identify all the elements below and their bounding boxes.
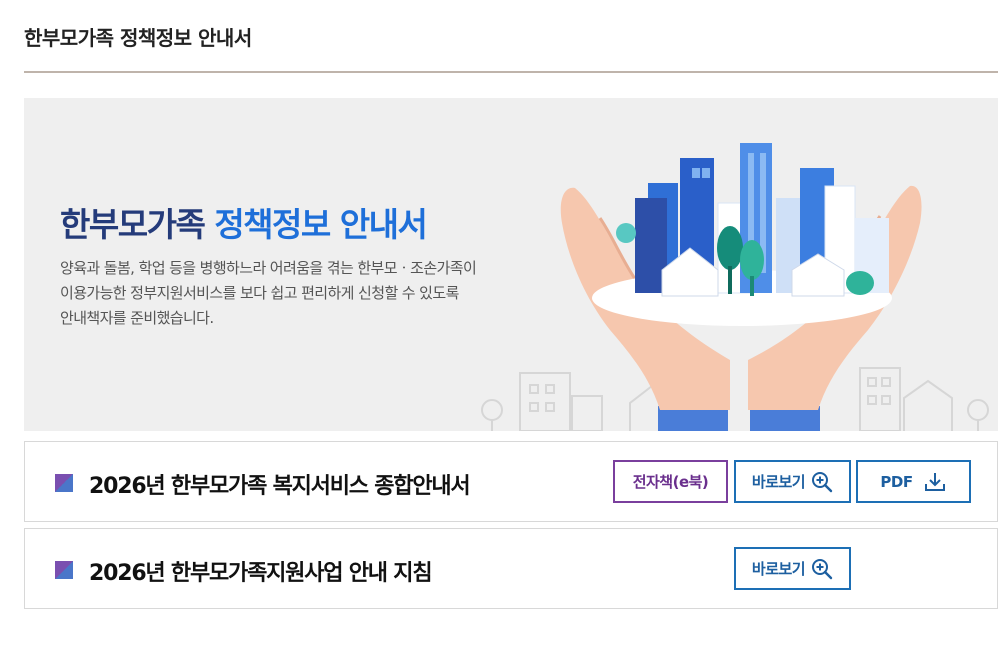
- intro-banner: 한부모가족 정책정보 안내서 양육과 돌봄, 학업 등을 병행하느라 어려움을 …: [24, 98, 998, 431]
- banner-heading-accent: 정책정보 안내서: [214, 205, 428, 244]
- guide-item-title: 2026년 한부모가족지원사업 안내 지침: [89, 561, 433, 586]
- view-button[interactable]: 바로보기: [734, 460, 851, 503]
- title-divider: [24, 71, 998, 73]
- download-icon: [924, 472, 945, 491]
- banner-heading-plain: 한부모가족: [60, 205, 206, 244]
- square-bullet-icon: [55, 561, 73, 579]
- guide-item: 2026년 한부모가족 복지서비스 종합안내서 전자책(e북) 바로보기 PDF: [24, 441, 998, 522]
- pdf-download-button[interactable]: PDF: [856, 460, 971, 503]
- guide-item: 2026년 한부모가족지원사업 안내 지침 바로보기: [24, 528, 998, 609]
- banner-heading: 한부모가족 정책정보 안내서: [60, 198, 428, 246]
- pdf-button-label: PDF: [880, 472, 913, 491]
- page-title: 한부모가족 정책정보 안내서: [24, 26, 252, 50]
- zoom-in-icon: [812, 471, 833, 492]
- hands-holding-city-illustration: [481, 143, 989, 431]
- view-button-label: 바로보기: [751, 560, 806, 578]
- view-button-label: 바로보기: [751, 473, 806, 491]
- guide-item-title: 2026년 한부모가족 복지서비스 종합안내서: [89, 474, 471, 499]
- square-bullet-icon: [55, 474, 73, 492]
- ebook-button-label: 전자책(e북): [632, 473, 709, 491]
- ebook-button[interactable]: 전자책(e북): [613, 460, 728, 503]
- view-button[interactable]: 바로보기: [734, 547, 851, 590]
- zoom-in-icon: [812, 558, 833, 579]
